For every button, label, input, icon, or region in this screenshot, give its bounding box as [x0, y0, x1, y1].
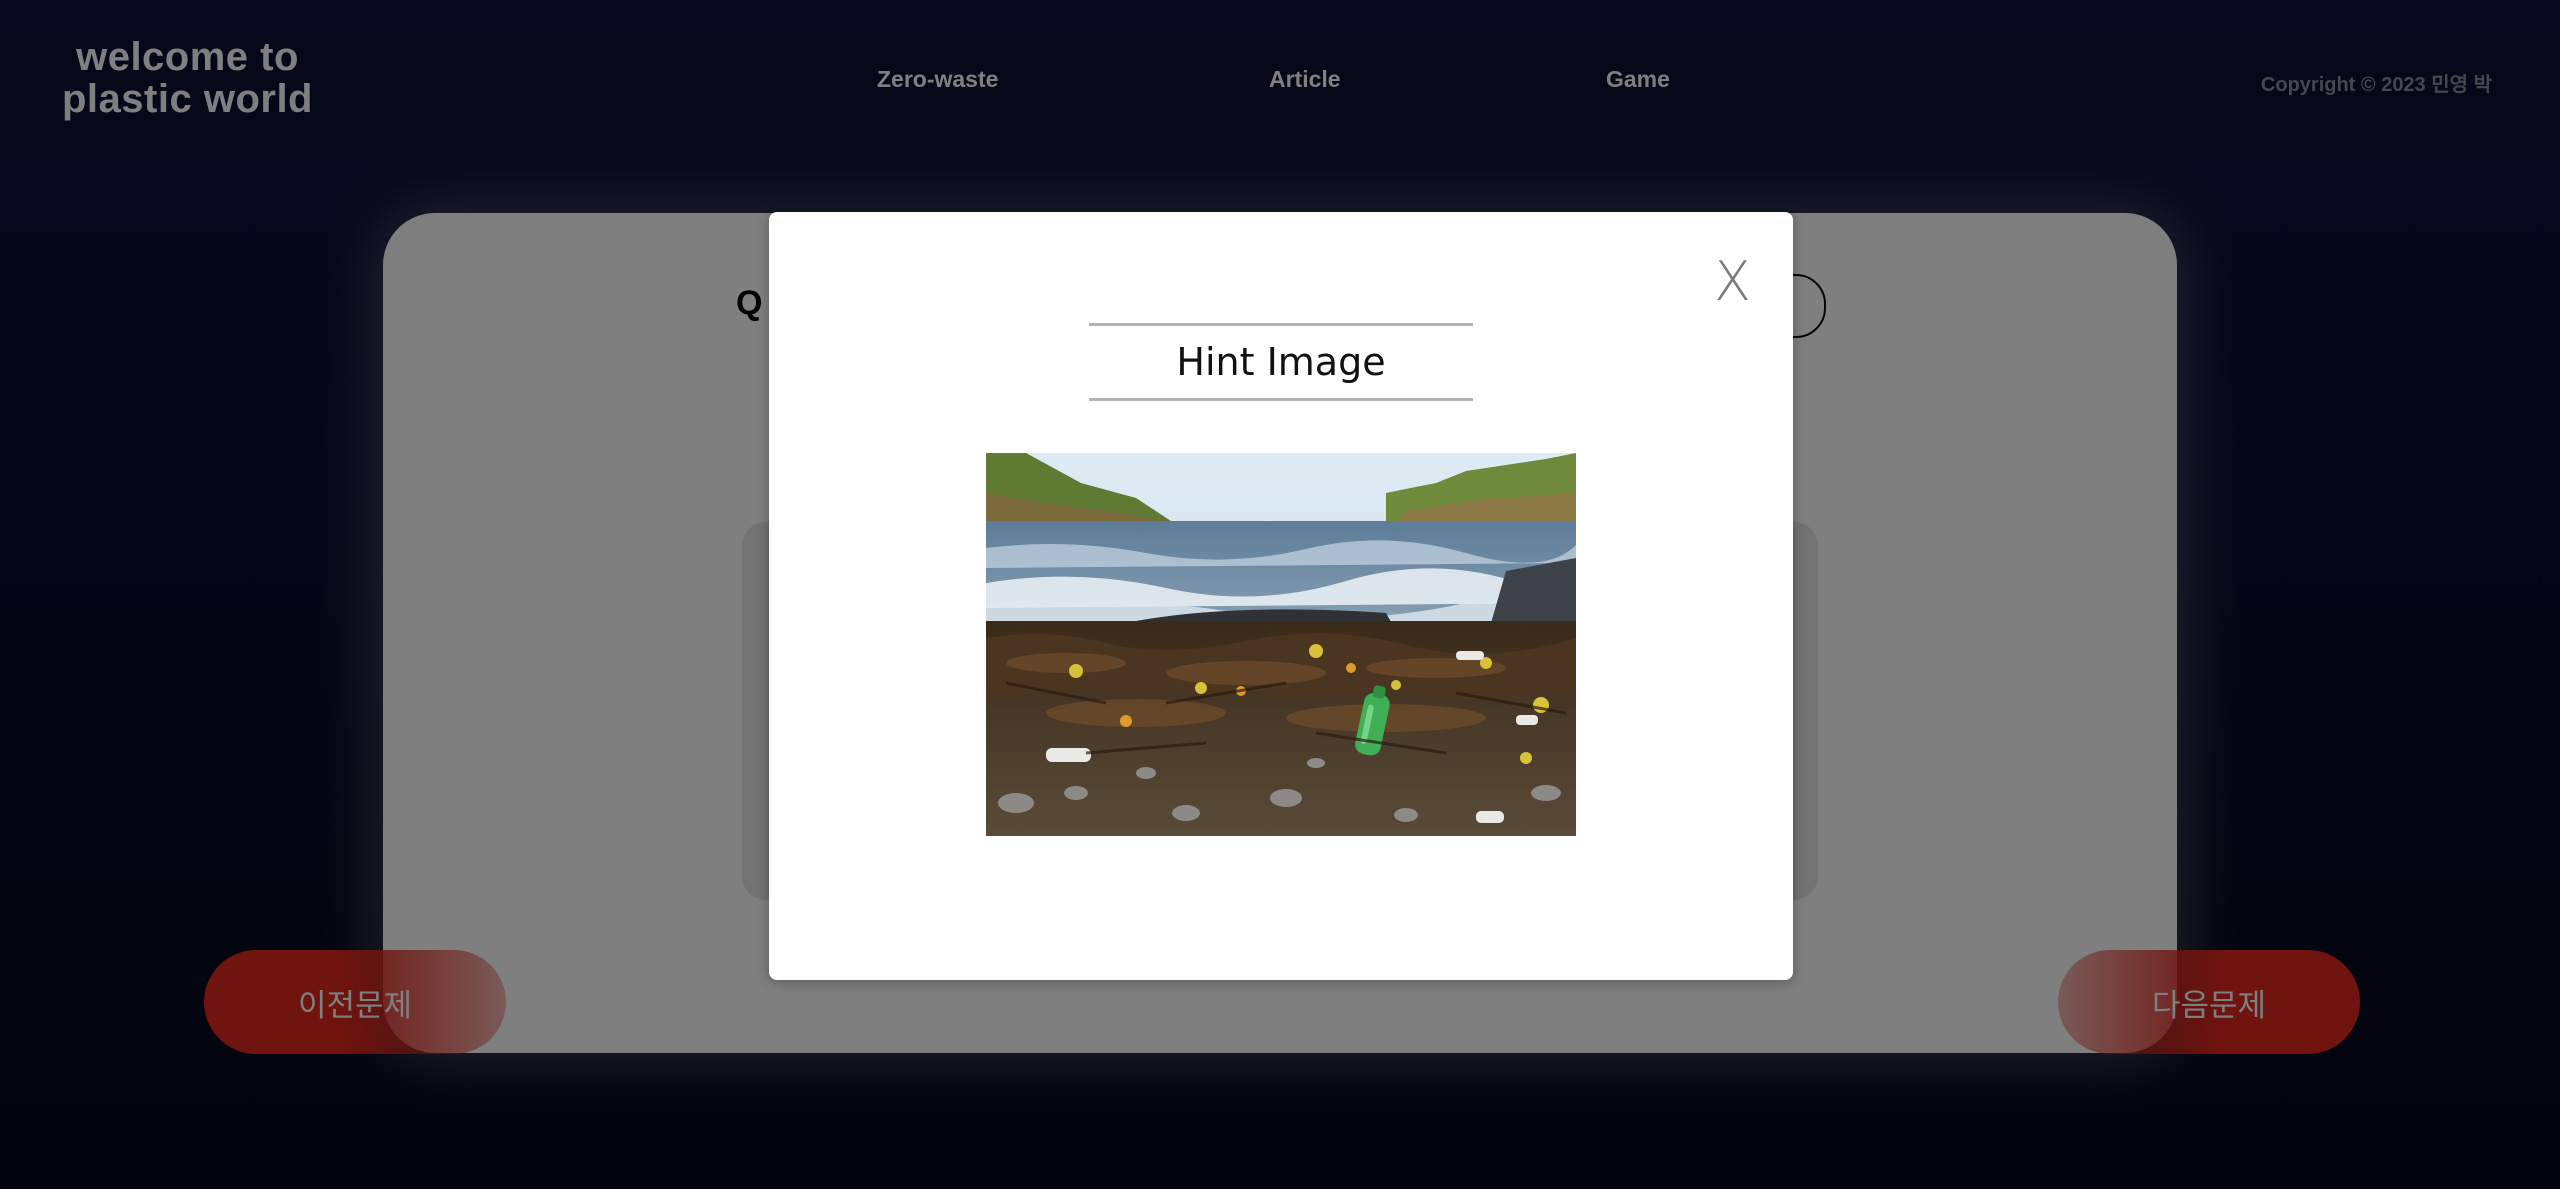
hint-image: [986, 453, 1576, 836]
modal-title: Hint Image: [1089, 323, 1473, 401]
close-icon[interactable]: X: [1714, 250, 1751, 313]
hint-modal: X Hint Image: [769, 212, 1793, 980]
